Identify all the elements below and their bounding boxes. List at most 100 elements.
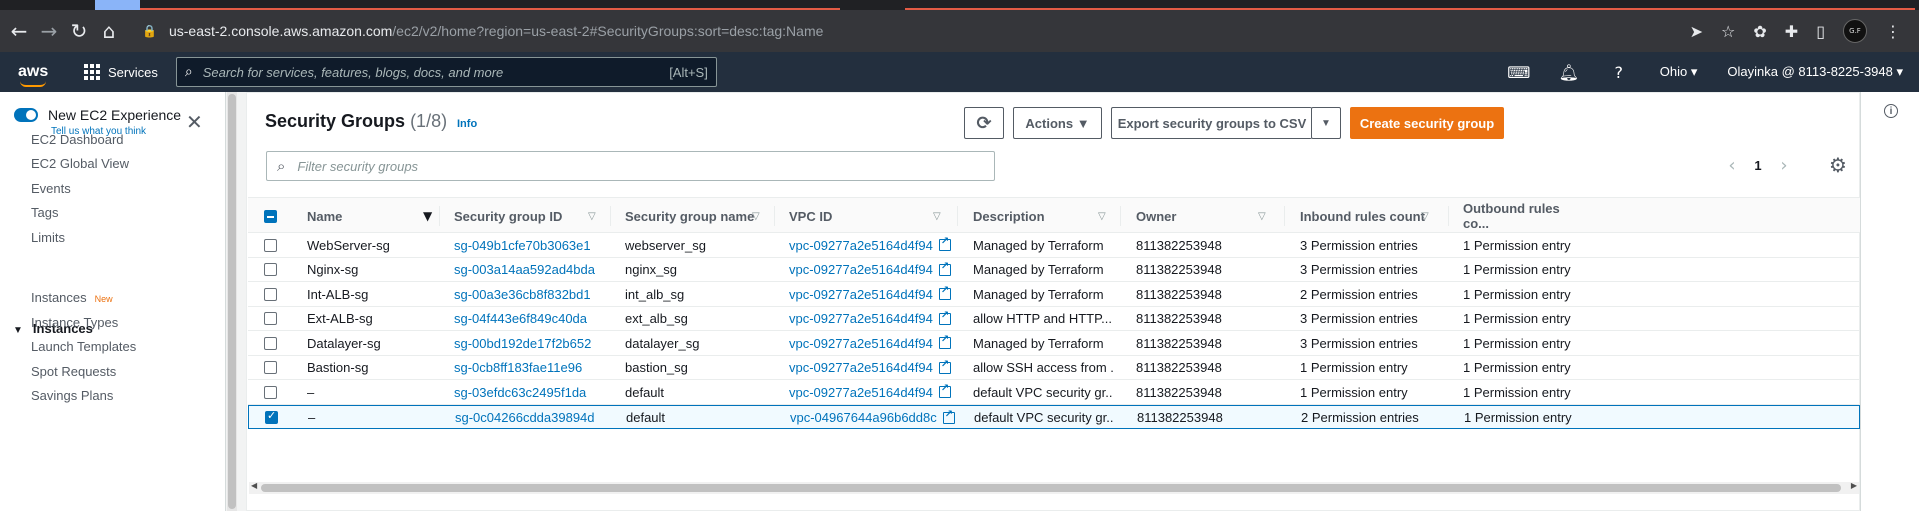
browser-menu-icon[interactable]: ⋮ [1885, 22, 1901, 41]
forward-icon[interactable]: → [34, 19, 64, 43]
export-dropdown-button[interactable]: ▼ [1311, 107, 1341, 139]
cell-vpc-id[interactable]: vpc-09277a2e5164d4f94 [789, 331, 954, 355]
info-icon[interactable]: i [1884, 104, 1898, 118]
services-menu-button[interactable]: Services [84, 64, 158, 80]
new-experience-toggle[interactable] [14, 108, 38, 122]
cell-security-group-id[interactable]: sg-00bd192de17f2b652 [454, 331, 604, 355]
cell-security-group-name: webserver_sg [625, 237, 706, 253]
external-link-icon[interactable] [938, 310, 951, 325]
gear-icon[interactable]: ⚙ [1829, 153, 1847, 177]
extensions-puzzle-icon[interactable]: ✚ [1785, 22, 1798, 41]
home-icon[interactable]: ⌂ [94, 19, 124, 43]
extension-color-icon[interactable]: ✿ [1753, 22, 1766, 41]
prev-page-icon[interactable]: ‹ [1717, 155, 1747, 176]
cell-vpc-id[interactable]: vpc-04967644a96b6dd8c [790, 406, 955, 430]
create-security-group-button[interactable]: Create security group [1350, 107, 1504, 139]
select-all-checkbox[interactable] [264, 198, 277, 234]
sidebar-item-launch-templates[interactable]: Launch Templates [31, 339, 136, 354]
external-link-icon[interactable] [938, 359, 951, 374]
sidebar-scrollbar[interactable] [227, 92, 237, 511]
cell-security-group-id[interactable]: sg-04f443e6f849c40da [454, 307, 604, 331]
external-link-icon[interactable] [938, 334, 951, 349]
filter-security-groups-input[interactable]: ⌕ Filter security groups [266, 151, 995, 181]
browser-tab[interactable] [95, 0, 140, 10]
table-row[interactable]: – sg-03efdc63c2495f1da default vpc-09277a2e… [248, 380, 1860, 405]
browser-tab[interactable] [140, 0, 840, 10]
table-row[interactable]: Int-ALB-sg sg-00a3e36cb8f832bd1 int_alb_sg… [248, 282, 1860, 307]
row-checkbox[interactable] [264, 380, 277, 404]
external-link-icon[interactable] [938, 236, 951, 251]
aws-search-input[interactable]: ⌕ Search for services, features, blogs, … [175, 57, 717, 87]
profile-avatar[interactable]: G.F [1843, 19, 1867, 43]
notifications-bell-icon[interactable]: 🔔︎ [1544, 63, 1594, 82]
actions-button[interactable]: Actions ▼ [1013, 107, 1102, 139]
table-row[interactable]: Ext-ALB-sg sg-04f443e6f849c40da ext_alb_sg… [248, 307, 1860, 331]
cell-security-group-id[interactable]: sg-03efdc63c2495f1da [454, 380, 604, 404]
column-header-owner[interactable]: Owner ▽ [1136, 198, 1276, 234]
cell-vpc-id[interactable]: vpc-09277a2e5164d4f94 [789, 233, 954, 257]
row-checkbox[interactable] [264, 258, 277, 282]
info-link[interactable]: Info [457, 118, 477, 130]
cell-security-group-id[interactable]: sg-049b1cfe70b3063e1 [454, 233, 604, 257]
cloudshell-icon[interactable]: ⌨ [1494, 63, 1544, 82]
column-header-security-group-name[interactable]: Security group name ▽ [625, 198, 775, 234]
row-checkbox[interactable] [264, 233, 277, 257]
external-link-icon[interactable] [938, 285, 951, 300]
external-link-icon[interactable] [938, 383, 951, 398]
cell-vpc-id[interactable]: vpc-09277a2e5164d4f94 [789, 307, 954, 331]
cell-vpc-id[interactable]: vpc-09277a2e5164d4f94 [789, 282, 954, 306]
next-page-icon[interactable]: › [1769, 155, 1799, 176]
column-header-inbound-rules[interactable]: Inbound rules count ▽ [1300, 198, 1450, 234]
close-icon[interactable]: ✕ [186, 110, 203, 134]
table-row[interactable]: – sg-0c04266cdda39894d default vpc-04967644… [248, 404, 1860, 430]
external-link-icon[interactable] [938, 261, 951, 276]
sidebar-item-savings-plans[interactable]: Savings Plans [31, 388, 113, 403]
cell-inbound-rules: 2 Permission entries [1301, 410, 1419, 425]
table-row[interactable]: Datalayer-sg sg-00bd192de17f2b652 datalaye… [248, 331, 1860, 356]
sidebar-item-instances[interactable]: Instances New [31, 290, 113, 305]
sidebar-item-spot-requests[interactable]: Spot Requests [31, 364, 116, 379]
sidebar-item-events[interactable]: Events [31, 181, 71, 196]
refresh-button[interactable]: ⟳ [964, 107, 1004, 139]
cell-security-group-id[interactable]: sg-00a3e36cb8f832bd1 [454, 282, 604, 306]
column-header-vpc-id[interactable]: VPC ID ▽ [789, 198, 949, 234]
external-link-icon[interactable] [942, 409, 955, 424]
page-number[interactable]: 1 [1747, 158, 1769, 173]
address-bar[interactable]: 🔒 us-east-2.console.aws.amazon.com/ec2/v… [142, 23, 823, 39]
column-header-outbound-rules[interactable]: Outbound rules co... [1463, 198, 1583, 234]
share-icon[interactable]: ➤ [1690, 22, 1703, 41]
cell-vpc-id[interactable]: vpc-09277a2e5164d4f94 [789, 258, 954, 282]
table-row[interactable]: Bastion-sg sg-0cb8ff183fae11e96 bastion_sg… [248, 356, 1860, 380]
help-icon[interactable]: ? [1594, 63, 1644, 82]
row-checkbox[interactable] [264, 356, 277, 380]
cell-security-group-id[interactable]: sg-0cb8ff183fae11e96 [454, 356, 604, 380]
column-header-security-group-id[interactable]: Security group ID ▽ [454, 198, 604, 234]
table-row[interactable]: WebServer-sg sg-049b1cfe70b3063e1 webserve… [248, 233, 1860, 258]
back-icon[interactable]: ← [4, 19, 34, 43]
export-csv-button[interactable]: Export security groups to CSV [1111, 107, 1312, 139]
bookmark-star-icon[interactable]: ☆ [1721, 22, 1735, 41]
sidebar-item-limits[interactable]: Limits [31, 230, 65, 245]
reload-icon[interactable]: ↻ [64, 19, 94, 43]
column-header-description[interactable]: Description ▽ [973, 198, 1123, 234]
cell-security-group-id[interactable]: sg-0c04266cdda39894d [455, 406, 605, 430]
row-checkbox[interactable] [265, 406, 278, 430]
browser-tab[interactable] [905, 0, 1915, 10]
cell-security-group-id[interactable]: sg-003a14aa592ad4bda [454, 258, 604, 282]
side-panel-icon[interactable]: ▯ [1816, 22, 1825, 41]
aws-logo[interactable]: aws [18, 63, 54, 87]
sidebar-item-tags[interactable]: Tags [31, 205, 58, 220]
cell-vpc-id[interactable]: vpc-09277a2e5164d4f94 [789, 380, 954, 404]
table-row[interactable]: Nginx-sg sg-003a14aa592ad4bda nginx_sg vpc-… [248, 258, 1860, 282]
sidebar-item-instance-types[interactable]: Instance Types [31, 315, 118, 330]
cell-vpc-id[interactable]: vpc-09277a2e5164d4f94 [789, 356, 954, 380]
row-checkbox[interactable] [264, 307, 277, 331]
horizontal-scrollbar[interactable]: ◀ ▶ [249, 481, 1859, 494]
sidebar-item-ec2-dashboard[interactable]: EC2 Dashboard [31, 132, 124, 147]
account-menu[interactable]: Olayinka @ 8113-8225-3948 ▾ [1727, 64, 1903, 80]
row-checkbox[interactable] [264, 282, 277, 306]
region-selector[interactable]: Ohio ▾ [1660, 64, 1698, 80]
row-checkbox[interactable] [264, 331, 277, 355]
column-header-name[interactable]: Name ▼ [307, 198, 455, 234]
sidebar-item-global-view[interactable]: EC2 Global View [31, 156, 129, 171]
